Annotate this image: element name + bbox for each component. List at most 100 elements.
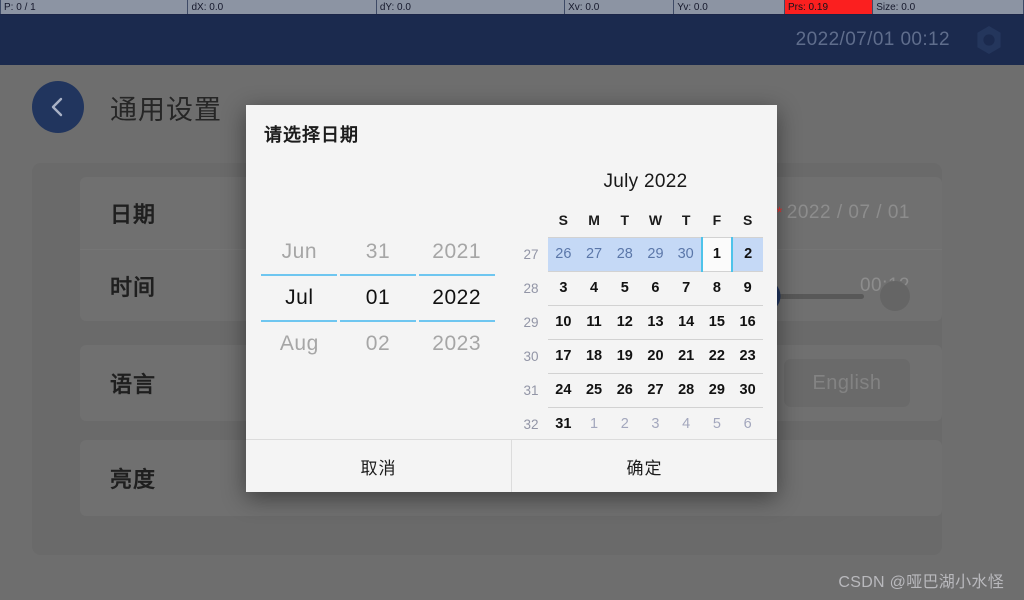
calendar-day[interactable]: 31 bbox=[548, 406, 579, 441]
week-number: 32 bbox=[523, 416, 539, 432]
calendar: July 2022 SMTWTFS 27 26 27 28 29 30 1 2 28 3 4 5 6 7 8… bbox=[510, 157, 777, 441]
calendar-day[interactable]: 21 bbox=[670, 338, 702, 373]
weekday-header-0: S bbox=[558, 211, 569, 228]
week-number: 29 bbox=[523, 314, 539, 330]
calendar-day[interactable]: 6 bbox=[732, 406, 763, 441]
calendar-day[interactable]: 11 bbox=[578, 304, 610, 339]
calendar-day[interactable]: 25 bbox=[578, 372, 610, 407]
calendar-day[interactable]: 30 bbox=[670, 236, 702, 271]
calendar-day[interactable]: 23 bbox=[732, 338, 763, 373]
weekday-header-5: F bbox=[712, 211, 722, 228]
date-value-text: 2022 / 07 / 01 bbox=[786, 202, 910, 223]
spinner-current-year[interactable]: 2022 bbox=[432, 276, 481, 320]
calendar-day[interactable]: 29 bbox=[701, 372, 733, 407]
spinner-prev-year[interactable]: 2021 bbox=[432, 230, 481, 274]
spinner-prev-month[interactable]: Jun bbox=[282, 230, 317, 274]
brightness-max-dot[interactable] bbox=[880, 281, 910, 311]
cancel-button[interactable]: 取消 bbox=[246, 440, 512, 492]
calendar-day[interactable]: 1 bbox=[700, 236, 734, 271]
calendar-day[interactable]: 4 bbox=[670, 406, 702, 441]
spinner-prev-day[interactable]: 31 bbox=[366, 230, 390, 274]
calendar-day[interactable]: 2 bbox=[732, 236, 763, 271]
calendar-day[interactable]: 7 bbox=[670, 270, 702, 305]
calendar-week-row: 29 10 11 12 13 14 15 16 bbox=[514, 304, 763, 339]
calendar-day[interactable]: 5 bbox=[701, 406, 733, 441]
calendar-week-row: 28 3 4 5 6 7 8 9 bbox=[514, 270, 763, 305]
calendar-day[interactable]: 20 bbox=[640, 338, 671, 373]
calendar-day[interactable]: 16 bbox=[732, 304, 763, 339]
week-number: 27 bbox=[523, 246, 539, 262]
spinner-month[interactable]: Jun Jul Aug bbox=[261, 230, 338, 366]
week-number: 28 bbox=[523, 280, 539, 296]
spinner-next-day[interactable]: 02 bbox=[366, 322, 390, 366]
weekday-header-1: M bbox=[588, 211, 600, 228]
spinner-year[interactable]: 2021 2022 2023 bbox=[418, 230, 495, 366]
calendar-day[interactable]: 28 bbox=[670, 372, 702, 407]
status-cell-6: Size: 0.0 bbox=[873, 0, 1024, 14]
spinner-current-month[interactable]: Jul bbox=[285, 276, 313, 320]
status-cell-0: P: 0 / 1 bbox=[0, 0, 189, 14]
calendar-week-row: 27 26 27 28 29 30 1 2 bbox=[514, 236, 763, 271]
calendar-body[interactable]: 27 26 27 28 29 30 1 2 28 3 4 5 6 7 8 9 29 10 11 12 13 14 15 16 3… bbox=[514, 236, 763, 441]
calendar-day[interactable]: 13 bbox=[640, 304, 671, 339]
calendar-week-row: 31 24 25 26 27 28 29 30 bbox=[514, 372, 763, 407]
calendar-day[interactable]: 14 bbox=[670, 304, 702, 339]
spinner-day[interactable]: 31 01 02 bbox=[339, 230, 416, 366]
calendar-day[interactable]: 26 bbox=[609, 372, 641, 407]
calendar-day[interactable]: 27 bbox=[578, 236, 610, 271]
calendar-day[interactable]: 5 bbox=[609, 270, 641, 305]
calendar-grid[interactable]: SMTWTFS 27 26 27 28 29 30 1 2 28 3 4 5 6 7 8 9 29 10 11 12 1… bbox=[514, 203, 763, 441]
row-label-language: 语言 bbox=[110, 372, 157, 397]
calendar-day[interactable]: 6 bbox=[640, 270, 671, 305]
chevron-left-icon bbox=[51, 97, 63, 117]
week-number-header bbox=[514, 203, 548, 237]
calendar-day[interactable]: 28 bbox=[609, 236, 641, 271]
page-title: 通用设置 bbox=[110, 94, 222, 125]
language-button-english[interactable]: English bbox=[784, 359, 910, 407]
app-bar: 2022/07/01 00:12 bbox=[0, 15, 1024, 65]
calendar-day[interactable]: 15 bbox=[701, 304, 733, 339]
status-cell-3: Xv: 0.0 bbox=[565, 0, 675, 14]
back-button[interactable] bbox=[32, 81, 84, 133]
calendar-day[interactable]: 10 bbox=[548, 304, 579, 339]
row-label-brightness: 亮度 bbox=[110, 467, 157, 492]
confirm-button[interactable]: 确定 bbox=[512, 440, 777, 492]
calendar-day[interactable]: 27 bbox=[640, 372, 671, 407]
calendar-day[interactable]: 30 bbox=[732, 372, 763, 407]
calendar-day[interactable]: 17 bbox=[548, 338, 579, 373]
gear-icon[interactable] bbox=[972, 23, 1006, 57]
calendar-week-row: 30 17 18 19 20 21 22 23 bbox=[514, 338, 763, 373]
weekday-header-4: T bbox=[681, 211, 691, 228]
calendar-day[interactable]: 29 bbox=[640, 236, 671, 271]
calendar-day[interactable]: 12 bbox=[609, 304, 641, 339]
date-picker-dialog: 请选择日期 Jun Jul Aug 31 01 02 2021 2022 2023 July 2… bbox=[246, 105, 777, 492]
calendar-day[interactable]: 22 bbox=[701, 338, 733, 373]
calendar-day[interactable]: 26 bbox=[548, 236, 579, 271]
row-label-date: 日期 bbox=[110, 202, 157, 227]
row-value-date: * 2022 / 07 / 01 bbox=[776, 202, 910, 224]
spinner-next-month[interactable]: Aug bbox=[280, 322, 319, 366]
calendar-day[interactable]: 2 bbox=[609, 406, 641, 441]
watermark: CSDN @哑巴湖小水怪 bbox=[838, 574, 1004, 591]
calendar-day[interactable]: 9 bbox=[732, 270, 763, 305]
weekday-header-2: T bbox=[620, 211, 630, 228]
date-spinners[interactable]: Jun Jul Aug 31 01 02 2021 2022 2023 bbox=[246, 157, 510, 439]
weekday-header-6: S bbox=[742, 211, 753, 228]
calendar-day[interactable]: 3 bbox=[640, 406, 671, 441]
calendar-day[interactable]: 4 bbox=[578, 270, 610, 305]
screen-root: P: 0 / 1 dX: 0.0 dY: 0.0 Xv: 0.0 Yv: 0.0 Prs:… bbox=[0, 0, 1024, 600]
calendar-day[interactable]: 18 bbox=[578, 338, 610, 373]
required-mark: * bbox=[776, 204, 783, 222]
spinner-current-day[interactable]: 01 bbox=[366, 276, 390, 320]
calendar-day[interactable]: 19 bbox=[609, 338, 641, 373]
calendar-day[interactable]: 3 bbox=[548, 270, 579, 305]
weekday-header-3: W bbox=[648, 211, 663, 228]
calendar-day[interactable]: 1 bbox=[578, 406, 610, 441]
calendar-month-title: July 2022 bbox=[603, 171, 688, 192]
calendar-day[interactable]: 24 bbox=[548, 372, 579, 407]
status-cell-2: dY: 0.0 bbox=[377, 0, 566, 14]
status-cell-5: Prs: 0.19 bbox=[784, 0, 874, 14]
spinner-next-year[interactable]: 2023 bbox=[432, 322, 481, 366]
row-label-time: 时间 bbox=[110, 274, 157, 300]
calendar-day[interactable]: 8 bbox=[701, 270, 733, 305]
